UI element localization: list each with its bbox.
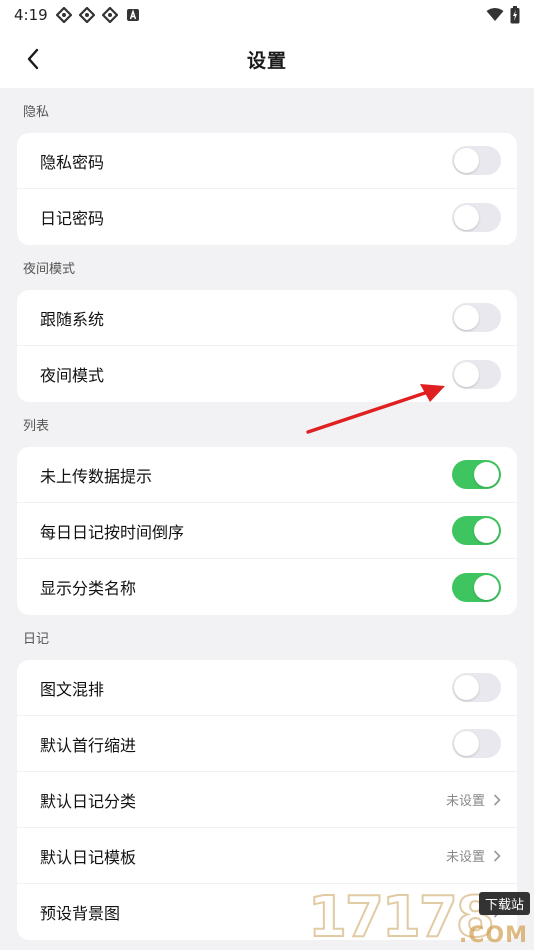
- app-header: 设置: [0, 30, 534, 88]
- setting-row-default-category[interactable]: 默认日记分类 未设置: [17, 772, 517, 828]
- setting-row-show-category: 显示分类名称: [17, 559, 517, 615]
- setting-label: 每日日记按时间倒序: [40, 522, 185, 542]
- status-time: 4:19: [14, 6, 48, 24]
- default-template-value[interactable]: 未设置: [446, 846, 501, 865]
- setting-row-first-line-indent: 默认首行缩进: [17, 716, 517, 772]
- settings-content: 隐私 隐私密码 日记密码 夜间模式 跟随系统 夜间模式 列表 未上传数据提示 每…: [0, 88, 534, 940]
- follow-system-toggle[interactable]: [452, 303, 501, 332]
- chevron-right-icon: [494, 794, 501, 805]
- app-icon: [78, 7, 95, 23]
- setting-label: 图文混排: [40, 679, 105, 699]
- privacy-card: 隐私密码 日记密码: [17, 133, 517, 245]
- setting-row-preset-background[interactable]: 预设背景图: [17, 884, 517, 940]
- chevron-right-icon[interactable]: [493, 906, 501, 918]
- setting-label: 跟随系统: [40, 309, 105, 329]
- setting-label: 未上传数据提示: [40, 466, 153, 486]
- setting-label: 默认首行缩进: [40, 735, 137, 755]
- page-title: 设置: [246, 49, 287, 72]
- section-label-night: 夜间模式: [23, 262, 76, 277]
- mixed-layout-toggle[interactable]: [452, 673, 501, 702]
- status-right: [486, 6, 520, 24]
- section-label-diary: 日记: [23, 632, 50, 647]
- chevron-left-icon: [27, 48, 39, 70]
- setting-row-unuploaded-hint: 未上传数据提示: [17, 447, 517, 503]
- setting-label: 日记密码: [40, 209, 105, 228]
- reverse-order-toggle[interactable]: [452, 516, 501, 545]
- setting-row-default-template[interactable]: 默认日记模板 未设置: [17, 828, 517, 884]
- privacy-password-toggle[interactable]: [452, 146, 501, 175]
- section-label-privacy: 隐私: [23, 105, 50, 120]
- chevron-right-icon: [494, 850, 501, 861]
- setting-row-mixed-layout: 图文混排: [17, 660, 517, 716]
- battery-charging-icon: [510, 6, 520, 24]
- night-mode-toggle[interactable]: [452, 359, 501, 389]
- app-icon: [55, 7, 72, 23]
- setting-row-diary-password: 日记密码: [17, 189, 517, 245]
- default-category-value[interactable]: 未设置: [446, 790, 501, 809]
- back-button[interactable]: [18, 44, 48, 74]
- setting-label: 显示分类名称: [40, 579, 137, 598]
- night-card: 跟随系统 夜间模式: [17, 290, 517, 402]
- status-bar: 4:19: [0, 0, 534, 30]
- a-icon: [126, 9, 139, 21]
- setting-row-follow-system: 跟随系统: [17, 290, 517, 346]
- diary-card: 图文混排 默认首行缩进 默认日记分类 未设置 默认日记模板 未设置 预设背景图: [17, 660, 517, 940]
- show-category-toggle[interactable]: [452, 572, 501, 602]
- setting-label: 预设背景图: [40, 904, 121, 923]
- setting-row-reverse-order: 每日日记按时间倒序: [17, 503, 517, 559]
- section-label-list: 列表: [23, 419, 50, 434]
- wifi-icon: [486, 8, 504, 21]
- setting-label: 夜间模式: [40, 366, 105, 385]
- setting-row-night-mode: 夜间模式: [17, 346, 517, 402]
- unuploaded-hint-toggle[interactable]: [452, 460, 501, 489]
- setting-label: 默认日记分类: [40, 791, 137, 811]
- setting-label: 默认日记模板: [40, 847, 137, 867]
- setting-value: 未设置: [445, 850, 485, 865]
- first-line-indent-toggle[interactable]: [452, 729, 501, 758]
- setting-row-privacy-password: 隐私密码: [17, 133, 517, 189]
- list-card: 未上传数据提示 每日日记按时间倒序 显示分类名称: [17, 447, 517, 615]
- app-icon: [101, 7, 118, 23]
- diary-password-toggle[interactable]: [452, 202, 501, 232]
- setting-value: 未设置: [445, 794, 485, 809]
- setting-label: 隐私密码: [40, 152, 105, 172]
